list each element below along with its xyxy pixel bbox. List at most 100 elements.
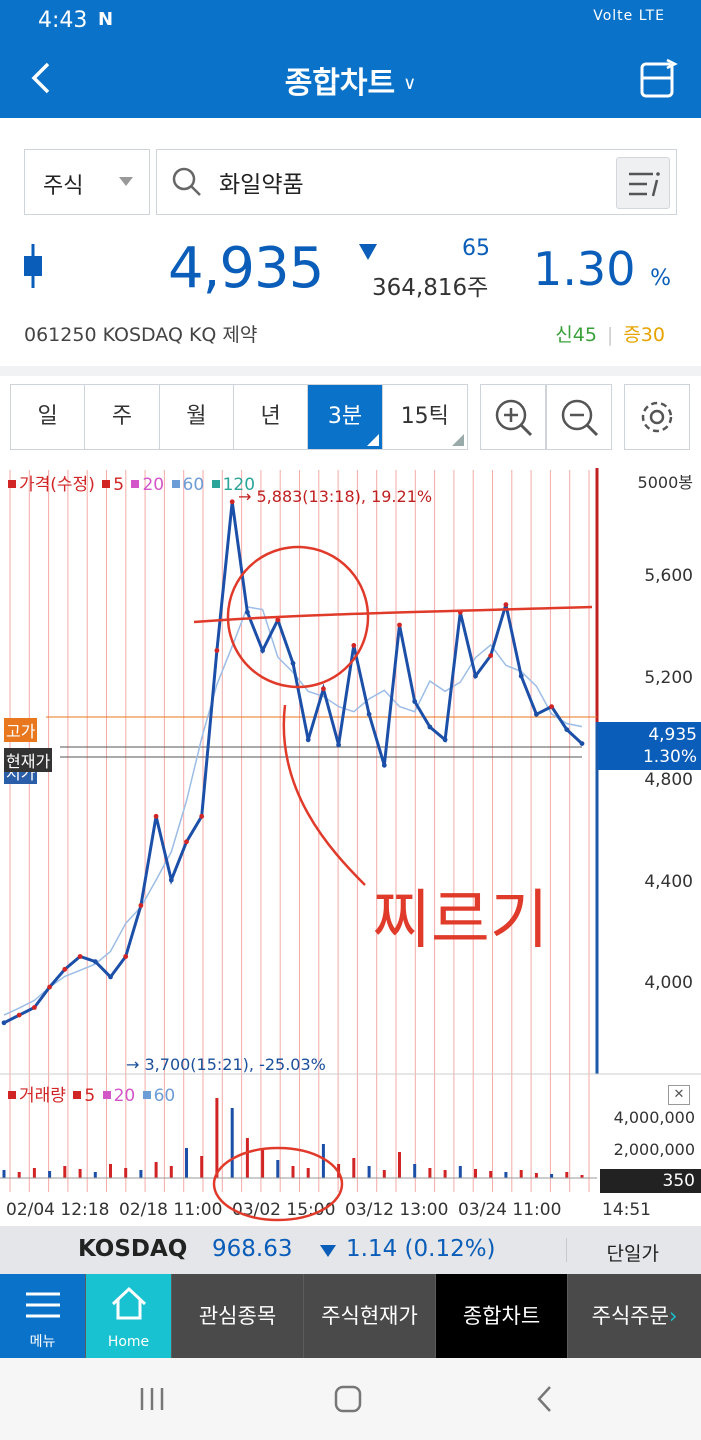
volume-tick-label: 4,000,000: [613, 1108, 695, 1127]
x-tick-label: 02/18 11:00: [119, 1200, 223, 1220]
volume-bar: [337, 1164, 341, 1178]
volume-bar: [413, 1164, 417, 1178]
volume-bar: [261, 1150, 265, 1178]
legend-ma60: 60: [182, 475, 205, 495]
single-price-label[interactable]: 단일가: [607, 1239, 659, 1266]
price-point: [412, 699, 418, 704]
price-point: [245, 609, 250, 615]
price-point: [534, 711, 539, 717]
volume-bar: [382, 1170, 386, 1178]
price-point: [32, 1005, 37, 1010]
status-time: 4:43: [38, 8, 88, 33]
nav-home[interactable]: Home: [86, 1274, 172, 1358]
price-point: [397, 622, 402, 628]
x-tick-label: 03/12 13:00: [345, 1200, 449, 1220]
zoom-out-button[interactable]: [546, 384, 612, 450]
screen-switch-icon[interactable]: [639, 58, 679, 100]
recent-apps-icon[interactable]: [140, 1388, 164, 1410]
price-point: [579, 741, 585, 746]
x-tick-label: 02/04 12:18: [6, 1200, 110, 1220]
volume-bar: [215, 1098, 219, 1178]
index-value: 968.63: [212, 1236, 293, 1262]
volume-bar: [63, 1166, 67, 1178]
current-price: 4,935: [168, 236, 324, 301]
nav-home-label: Home: [107, 1334, 150, 1350]
price-point: [290, 660, 296, 666]
low-annotation: → 3,700(15:21), -25.03%: [126, 1055, 326, 1074]
volume-tick-label: 2,000,000: [613, 1140, 695, 1159]
nav-menu-label: 메뉴: [29, 1334, 56, 1350]
status-bar: 4:43 N Volte LTE: [0, 0, 701, 40]
current-price-tag: 현재가: [4, 748, 53, 772]
menu-icon: [26, 1292, 60, 1318]
chart-settings-button[interactable]: [624, 384, 690, 450]
tab-3min[interactable]: 3분: [308, 385, 383, 449]
candle-icon: [22, 244, 44, 288]
volume-bar: [321, 1144, 325, 1178]
nav-chart[interactable]: 종합차트: [436, 1274, 568, 1358]
tab-day[interactable]: 일: [11, 385, 86, 449]
trade-volume: 364,816주: [372, 275, 489, 301]
page-title[interactable]: 종합차트 ∨: [0, 58, 701, 102]
legend-price: 가격(수정): [19, 475, 95, 495]
search-input[interactable]: [219, 164, 599, 200]
stock-code: 061250 KOSDAQ KQ 제약: [24, 324, 258, 346]
zoom-in-icon: [495, 399, 533, 437]
credit-info: 신45 | 증30: [555, 324, 665, 346]
volume-bar: [169, 1166, 173, 1178]
section-divider: [0, 366, 701, 376]
period-tabs: 일 주 월 년 3분 15틱: [10, 384, 468, 450]
gear-icon: [641, 401, 673, 433]
price-point: [47, 984, 52, 990]
nav-stock-quote[interactable]: 주식현재가: [304, 1274, 436, 1358]
current-price-marker: 4,935 1.30%: [598, 722, 701, 770]
tab-month[interactable]: 월: [159, 385, 234, 449]
tab-15tick[interactable]: 15틱: [382, 385, 467, 449]
price-point: [184, 839, 189, 845]
nav-watchlist[interactable]: 관심종목: [172, 1274, 304, 1358]
price-point: [442, 737, 448, 743]
nav-stock-order-label: 주식주문: [591, 1304, 669, 1328]
volume-bar: [32, 1168, 36, 1178]
volume-bar: [154, 1162, 158, 1178]
market-type-select[interactable]: 주식: [24, 149, 150, 215]
tab-week[interactable]: 주: [85, 385, 160, 449]
index-bar[interactable]: KOSDAQ 968.63 1.14 (0.12%) 단일가: [0, 1226, 701, 1274]
price-point: [381, 762, 387, 768]
volume-bar: [367, 1166, 371, 1178]
price-point: [153, 813, 159, 819]
stock-search[interactable]: [156, 149, 677, 215]
volume-bar: [474, 1169, 477, 1178]
bar-count[interactable]: 5000봉: [638, 469, 693, 493]
price-point: [336, 742, 341, 748]
stock-chart[interactable]: [0, 462, 701, 1224]
zoom-in-button[interactable]: [480, 384, 546, 450]
tab-year[interactable]: 년: [233, 385, 309, 449]
price-point: [549, 704, 554, 709]
price-point: [138, 903, 144, 908]
home-button-icon[interactable]: [334, 1385, 362, 1413]
legend-ma20: 20: [142, 475, 165, 495]
zoom-out-icon: [561, 399, 599, 437]
close-volume-icon[interactable]: ✕: [668, 1085, 690, 1105]
price-point: [518, 673, 524, 679]
page-title-text: 종합차트: [284, 66, 396, 101]
signal-icons: Volte LTE: [593, 8, 665, 24]
stock-info-button[interactable]: [616, 157, 670, 209]
price-point: [199, 813, 205, 819]
legend-vol-ma60: 60: [153, 1086, 176, 1106]
chart-canvas[interactable]: [0, 462, 701, 1224]
back-button-icon[interactable]: [537, 1386, 551, 1412]
price-point: [77, 954, 83, 959]
nav-stock-order[interactable]: 주식주문›: [568, 1274, 701, 1358]
volume-bar: [78, 1169, 82, 1178]
volume-bar: [276, 1160, 280, 1178]
system-nav-bar: [0, 1358, 701, 1440]
home-icon: [111, 1286, 147, 1320]
volume-bar: [245, 1138, 249, 1178]
y-tick-label: 4,800: [644, 770, 693, 790]
nav-menu[interactable]: 메뉴: [0, 1274, 86, 1358]
volume-bar: [550, 1174, 554, 1178]
price-change: 65: [462, 236, 490, 261]
legend-vol-ma20: 20: [113, 1086, 136, 1106]
